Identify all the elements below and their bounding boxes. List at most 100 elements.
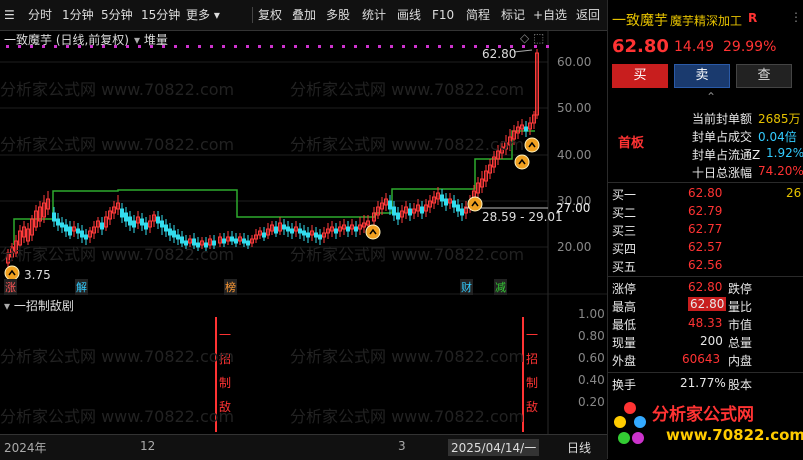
candle-body xyxy=(76,228,80,234)
price-axis-label: 20.00 xyxy=(557,240,592,254)
signal-dot xyxy=(462,45,465,48)
period-tab-15min[interactable]: 15分钟 xyxy=(141,6,180,24)
price-axis-label: 40.00 xyxy=(557,148,592,162)
bid-label: 买二 xyxy=(612,206,637,220)
signal-dot xyxy=(342,45,345,48)
candle-body xyxy=(298,228,302,234)
signal-dot xyxy=(294,45,297,48)
candle-body xyxy=(176,234,180,240)
event-marker-limit-up[interactable]: 涨 xyxy=(4,279,17,295)
candle-body xyxy=(192,238,196,246)
candle-body xyxy=(314,232,318,238)
more-periods-button[interactable]: 更多 ▾ xyxy=(186,6,220,24)
signal-dot xyxy=(270,45,273,48)
sell-button[interactable]: 卖 xyxy=(674,64,730,88)
toolbar-statistics[interactable]: 统计 xyxy=(362,6,386,24)
period-tab-1min[interactable]: 1分钟 xyxy=(62,6,94,24)
candle-body xyxy=(222,238,226,244)
sub-axis-label: 0.40 xyxy=(578,373,605,387)
period-tab-intraday[interactable]: 分时 xyxy=(28,6,52,24)
stat-label: 跌停 xyxy=(728,282,753,296)
signal-dot xyxy=(30,45,33,48)
signal-dot xyxy=(366,45,369,48)
buy-signal-marker xyxy=(467,196,483,212)
kline-chart[interactable]: 一致魔芋 (日线,前复权) ▾ 堆量 ◇ ⬚ 60.00 50.00 40.00… xyxy=(0,31,607,434)
event-marker-ranking[interactable]: 榜 xyxy=(224,279,237,295)
signal-dot xyxy=(222,45,225,48)
signal-dot xyxy=(282,45,285,48)
candle-body xyxy=(204,242,208,248)
bid-price: 62.56 xyxy=(688,258,723,272)
candle-body xyxy=(120,208,124,218)
toolbar-multi-stock[interactable]: 多股 xyxy=(326,6,350,24)
menu-icon[interactable]: ☰ xyxy=(4,6,15,24)
candle-body xyxy=(396,212,400,220)
candle-body xyxy=(196,242,200,248)
candle-body xyxy=(274,226,278,234)
turnover-label: 换手 xyxy=(612,378,637,392)
toolbar-overlay[interactable]: 叠加 xyxy=(292,6,316,24)
toolbar-f10[interactable]: F10 xyxy=(432,6,454,24)
candle-body xyxy=(144,222,148,230)
stat-value-highlight: 62.80 xyxy=(688,297,727,311)
toolbar-add-watchlist[interactable]: +自选 xyxy=(533,6,567,24)
candle-body xyxy=(140,218,144,226)
signal-dot xyxy=(150,45,153,48)
stat-value: 60643 xyxy=(682,352,721,366)
bid-price: 62.80 xyxy=(688,186,723,200)
bid-price: 62.57 xyxy=(688,240,723,254)
time-axis-label: 12 xyxy=(140,439,156,453)
signal-dot xyxy=(210,45,213,48)
event-marker-finance[interactable]: 财 xyxy=(460,279,473,295)
stat-label: 量比 xyxy=(728,300,753,314)
signal-dot xyxy=(90,45,93,48)
collapse-icon[interactable]: ⌃ xyxy=(706,90,716,104)
price-axis-label: 50.00 xyxy=(557,101,592,115)
toolbar-back[interactable]: 返回 xyxy=(576,6,600,24)
price-axis-label: 60.00 xyxy=(557,55,592,69)
candle-body xyxy=(100,222,104,230)
buy-signal-marker xyxy=(4,265,20,281)
query-button[interactable]: 查 xyxy=(736,64,792,88)
sub-axis-label: 1.00 xyxy=(578,307,605,321)
signal-dot xyxy=(522,45,525,48)
toolbar-mark[interactable]: 标记 xyxy=(501,6,525,24)
buy-button[interactable]: 买 xyxy=(612,64,668,88)
last-price: 62.80 xyxy=(612,36,669,57)
candle-body xyxy=(156,216,160,224)
toolbar-draw-line[interactable]: 画线 xyxy=(397,6,421,24)
bid-label: 买五 xyxy=(612,260,637,274)
stat-label: 市值 xyxy=(728,318,753,332)
equity-label: 股本 xyxy=(728,378,753,392)
candle-body xyxy=(124,212,128,222)
brand-flower-icon xyxy=(614,402,646,444)
candle-body xyxy=(460,208,464,216)
brand-name: 分析家公式网 xyxy=(652,405,754,425)
signal-dot xyxy=(6,45,9,48)
event-marker-unlock[interactable]: 解 xyxy=(75,279,88,295)
toolbar-restore-rights[interactable]: 复权 xyxy=(258,6,282,24)
toolbar-brief[interactable]: 简程 xyxy=(466,6,490,24)
signal-dot xyxy=(114,45,117,48)
seal-value: 0.04倍 xyxy=(758,130,797,144)
stat-value: 48.33 xyxy=(688,316,723,330)
signal-dot xyxy=(258,45,261,48)
candle-body xyxy=(60,222,64,228)
brand-logo: 分析家公式网 www.70822.com xyxy=(610,394,803,456)
seal-label: 十日总涨幅 xyxy=(692,166,753,180)
stat-label: 总量 xyxy=(728,336,753,350)
signal-dot xyxy=(198,45,201,48)
event-marker-reduce[interactable]: 减 xyxy=(494,279,507,295)
signal-dot xyxy=(246,45,249,48)
sub-indicator-title[interactable]: ▾ 一招制敌剧 xyxy=(4,297,74,314)
time-axis-label: 3 xyxy=(398,439,406,453)
stat-label: 最低 xyxy=(612,318,637,332)
period-label[interactable]: 日线 xyxy=(567,439,591,456)
candle-body xyxy=(84,234,88,240)
candle-body xyxy=(242,238,246,244)
signal-text-2: 一招制敌 xyxy=(526,328,539,414)
signal-dot xyxy=(18,45,21,48)
period-tab-5min[interactable]: 5分钟 xyxy=(101,6,133,24)
candle-body xyxy=(132,220,136,228)
panel-menu-icon[interactable]: ⋮ xyxy=(790,10,802,24)
